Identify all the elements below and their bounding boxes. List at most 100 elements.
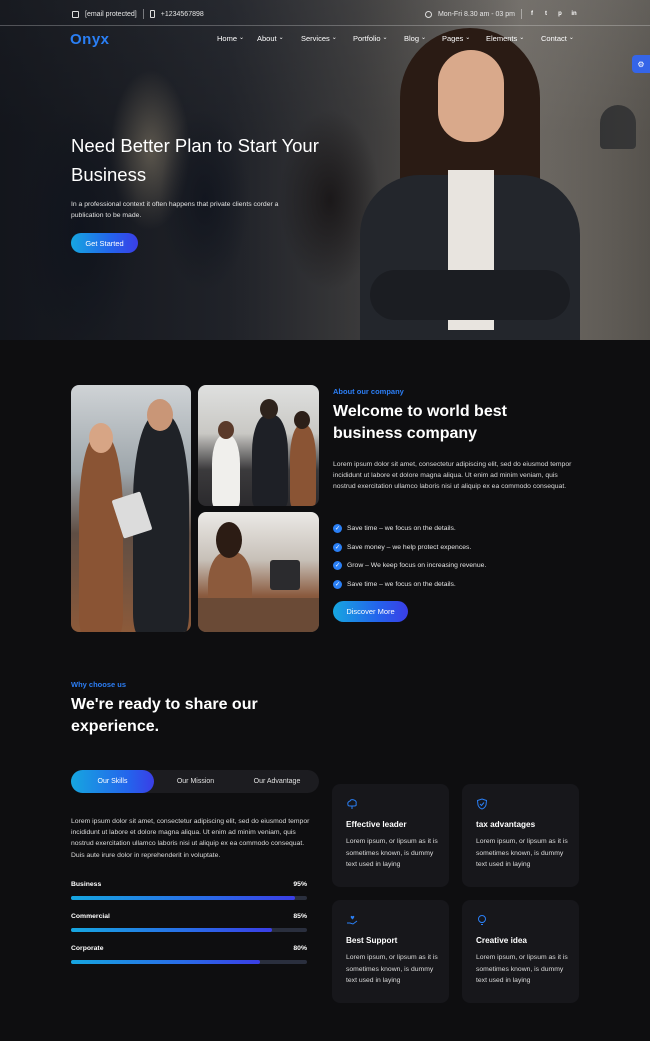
mail-icon (72, 10, 79, 18)
check-text: Save time – we focus on the details. (347, 580, 456, 588)
skill-fill (71, 960, 260, 964)
skill-fill (71, 928, 272, 932)
nav-item-portfolio[interactable]: Portfolio ⌄ (353, 34, 404, 43)
nav-item-home[interactable]: Home ⌄ (217, 34, 257, 43)
settings-side-tab[interactable]: ⚙ (632, 55, 650, 73)
skill-percent: 85% (293, 913, 307, 920)
check-circle-icon: ✓ (333, 561, 342, 571)
nav-item-blog[interactable]: Blog ⌄ (404, 34, 442, 43)
about-paragraph: Lorem ipsum dolor sit amet, consectetur … (333, 461, 572, 491)
check-circle-icon: ✓ (333, 542, 342, 552)
pinterest-icon[interactable]: p (556, 10, 564, 18)
card-text: Lorem ipsum, or lipsum as it is sometime… (476, 838, 568, 868)
nav-label: Blog (404, 34, 420, 43)
nav-menu: Home ⌄ About ⌄ Services ⌄ Portfolio ⌄ Blog ⌄ … (217, 34, 581, 43)
top-bar: [email protected] +1234567898 Mon-Fri 8.… (0, 0, 650, 26)
card-title: Creative idea (476, 936, 527, 945)
divider (142, 9, 144, 19)
skills-tabs: Our Skills Our Mission Our Advantage (71, 770, 319, 793)
feature-card-tax-advantages: tax advantages Lorem ipsum, or lipsum as… (462, 784, 579, 887)
feature-card-best-support: Best Support Lorem ipsum, or lipsum as i… (332, 900, 449, 1003)
get-started-button[interactable]: Get Started (71, 233, 138, 253)
nav-item-contact[interactable]: Contact ⌄ (541, 34, 581, 43)
about-image-team-meeting (198, 385, 319, 506)
about-eyebrow: About our company (333, 387, 404, 396)
list-item: ✓ Save time – we focus on the details. (333, 575, 486, 594)
tab-our-mission[interactable]: Our Mission (157, 770, 234, 793)
nav-label: About (257, 34, 277, 43)
chevron-down-icon: ⌄ (331, 35, 337, 41)
bulb-cloud-icon (347, 799, 357, 809)
about-image-businesswoman-tablet (71, 385, 191, 632)
phone-link[interactable]: +1234567898 (161, 11, 204, 18)
instagram-icon[interactable]: in (570, 10, 578, 18)
chevron-down-icon: ⌄ (278, 35, 284, 41)
feature-card-creative-idea: Creative idea Lorem ipsum, or lipsum as … (462, 900, 579, 1003)
gear-icon: ⚙ (637, 59, 645, 69)
hero-subtitle: In a professional context it often happe… (71, 201, 279, 219)
card-text: Lorem ipsum, or lipsum as it is sometime… (346, 838, 438, 868)
nav-label: Services (301, 34, 330, 43)
skill-bar-business: Business 95% (71, 881, 307, 900)
check-circle-icon: ✓ (333, 523, 342, 533)
list-item: ✓ Save money – we help protect expences. (333, 538, 486, 557)
chevron-down-icon: ⌄ (568, 35, 574, 41)
check-text: Grow – We keep focus on increasing reven… (347, 562, 487, 570)
list-item: ✓ Grow – We keep focus on increasing reve… (333, 556, 486, 575)
facebook-icon[interactable]: f (528, 10, 536, 18)
business-hours: Mon-Fri 8.30 am - 03 pm (437, 10, 515, 18)
logo[interactable]: Onyx (70, 31, 110, 48)
email-link[interactable]: [email protected] (85, 11, 137, 18)
card-title: Effective leader (346, 820, 407, 829)
hero-section: [email protected] +1234567898 Mon-Fri 8.… (0, 0, 650, 340)
nav-item-elements[interactable]: Elements ⌄ (486, 34, 541, 43)
hero-title: Need Better Plan to Start Your Business (71, 135, 319, 185)
nav-item-services[interactable]: Services ⌄ (301, 34, 353, 43)
chevron-down-icon: ⌄ (421, 35, 427, 41)
nav-label: Contact (541, 34, 567, 43)
chevron-down-icon: ⌄ (239, 35, 245, 41)
skill-bar-corporate: Corporate 80% (71, 945, 307, 964)
skill-percent: 95% (293, 881, 307, 888)
main-nav: Onyx Home ⌄ About ⌄ Services ⌄ Portfolio ⌄ B… (0, 26, 650, 52)
chevron-down-icon: ⌄ (519, 35, 525, 41)
divider (521, 9, 522, 19)
skill-name: Business (71, 881, 102, 888)
tab-our-advantage[interactable]: Our Advantage (237, 770, 317, 793)
nav-item-about[interactable]: About ⌄ (257, 34, 301, 43)
skill-fill (71, 896, 296, 900)
about-heading: Welcome to world best business company (333, 403, 507, 442)
hand-heart-icon (347, 915, 358, 925)
check-text: Save time – we focus on the details. (347, 524, 456, 532)
check-circle-icon: ✓ (333, 579, 342, 589)
twitter-icon[interactable]: t (542, 10, 550, 18)
feature-card-effective-leader: Effective leader Lorem ipsum, or lipsum … (332, 784, 449, 887)
chevron-down-icon: ⌄ (465, 35, 471, 41)
nav-label: Portfolio (353, 34, 381, 43)
skill-percent: 80% (293, 945, 307, 952)
skill-name: Corporate (71, 945, 104, 952)
card-text: Lorem ipsum, or lipsum as it is sometime… (476, 954, 568, 984)
nav-label: Elements (486, 34, 518, 43)
why-eyebrow: Why choose us (71, 680, 127, 689)
skill-bar-commercial: Commercial 85% (71, 913, 307, 932)
tab-our-skills[interactable]: Our Skills (71, 770, 154, 793)
discover-more-button[interactable]: Discover More (333, 601, 408, 622)
chevron-down-icon: ⌄ (382, 35, 388, 41)
nav-label: Home (217, 34, 238, 43)
bulb-icon (478, 915, 486, 925)
clock-icon (424, 10, 432, 18)
shield-icon (476, 798, 488, 810)
card-title: Best Support (346, 936, 398, 945)
about-checklist: ✓ Save time – we focus on the details. ✓ S… (333, 519, 486, 594)
skills-paragraph: Lorem ipsum dolor sit amet, consectetur … (71, 818, 310, 859)
nav-label: Pages (442, 34, 464, 43)
nav-item-pages[interactable]: Pages ⌄ (442, 34, 486, 43)
skill-name: Commercial (71, 913, 110, 920)
list-item: ✓ Save time – we focus on the details. (333, 519, 486, 538)
hero-businesswoman-image (360, 20, 580, 340)
card-text: Lorem ipsum, or lipsum as it is sometime… (346, 954, 438, 984)
why-heading: We're ready to share our experience. (71, 696, 258, 735)
phone-icon (149, 10, 155, 18)
card-title: tax advantages (476, 820, 536, 829)
